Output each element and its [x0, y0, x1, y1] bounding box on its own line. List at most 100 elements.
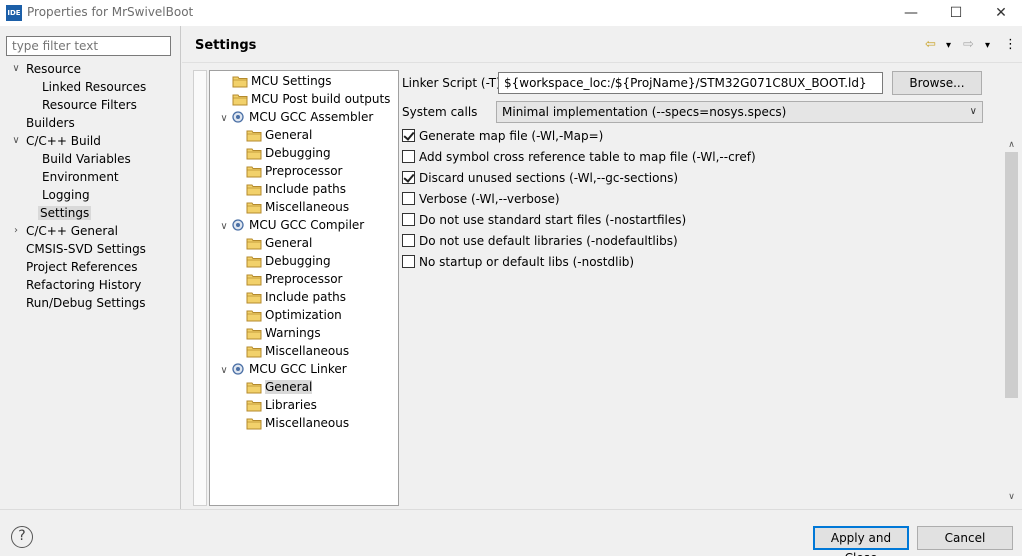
settings-tree-item[interactable]: Preprocessor [246, 270, 342, 288]
expand-twisty-icon[interactable]: ∨ [218, 110, 230, 128]
system-calls-select[interactable]: Minimal implementation (--specs=nosys.sp… [496, 101, 983, 123]
tree-item-run-debug-settings[interactable]: Run/Debug Settings [24, 294, 148, 312]
view-menu-icon[interactable]: ⋮ [1004, 37, 1017, 52]
settings-tree-item[interactable]: Miscellaneous [246, 198, 349, 216]
pane-divider[interactable] [180, 26, 181, 509]
settings-tree-item[interactable]: Debugging [246, 144, 331, 162]
settings-tree-item[interactable]: Libraries [246, 396, 317, 414]
settings-tree-label: Libraries [265, 398, 317, 412]
option-label: Verbose (-Wl,--verbose) [419, 192, 560, 206]
linker-option-row[interactable]: No startup or default libs (-nostdlib) [402, 255, 634, 271]
tree-item-refactoring-history[interactable]: Refactoring History [24, 276, 143, 294]
folder-icon [246, 416, 262, 430]
settings-tree-item[interactable]: Include paths [246, 288, 346, 306]
tree-item-environment[interactable]: Environment [40, 168, 121, 186]
expand-twisty-icon[interactable]: ∨ [218, 362, 230, 380]
linker-script-input[interactable]: ${workspace_loc:/${ProjName}/STM32G071C8… [498, 72, 883, 94]
linker-option-row[interactable]: Discard unused sections (-Wl,--gc-sectio… [402, 171, 678, 187]
tree-item-linked-resources[interactable]: Linked Resources [40, 78, 148, 96]
option-checkbox[interactable] [402, 150, 415, 163]
help-icon[interactable]: ? [11, 526, 33, 548]
tree-item-logging[interactable]: Logging [40, 186, 92, 204]
tree-item-resource[interactable]: ∨ Resource [10, 60, 83, 78]
forward-arrow-icon[interactable]: ⇨ [963, 37, 974, 52]
option-checkbox[interactable] [402, 213, 415, 226]
folder-icon [246, 308, 262, 322]
settings-tree-label: General [265, 128, 313, 142]
settings-tree-item[interactable]: Miscellaneous [246, 342, 349, 360]
page-title: Settings [195, 38, 257, 53]
tree-item-resource-filters[interactable]: Resource Filters [40, 96, 139, 114]
settings-tree-label: Include paths [265, 182, 347, 196]
option-checkbox[interactable] [402, 192, 415, 205]
settings-tree-item[interactable]: Debugging [246, 252, 331, 270]
back-menu-chevron-icon[interactable]: ▾ [946, 40, 951, 51]
app-logo-icon: IDE [6, 5, 22, 21]
option-checkbox[interactable] [402, 234, 415, 247]
settings-tree-label: Preprocessor [265, 164, 343, 178]
apply-and-close-button[interactable]: Apply and Close [813, 526, 909, 556]
linker-option-row[interactable]: Add symbol cross reference table to map … [402, 150, 756, 166]
expand-twisty-icon[interactable]: ∨ [10, 132, 22, 150]
settings-tree-item[interactable]: Miscellaneous [246, 414, 349, 432]
settings-tree-item[interactable]: ∨ MCU GCC Linker [218, 360, 346, 380]
settings-tree-item[interactable]: MCU Settings [232, 72, 332, 90]
filter-input[interactable] [6, 36, 171, 56]
expand-twisty-icon[interactable]: ∨ [218, 218, 230, 236]
tree-item-project-references[interactable]: Project References [24, 258, 140, 276]
back-arrow-icon[interactable]: ⇦ [925, 37, 936, 52]
settings-tree-item[interactable]: ∨ MCU GCC Assembler [218, 108, 373, 126]
folder-icon [232, 74, 248, 88]
tree-item-builders[interactable]: Builders [24, 114, 77, 132]
option-label: Do not use default libraries (-nodefault… [419, 234, 678, 248]
tree-item-label: Resource [26, 62, 82, 76]
settings-tree-item[interactable]: Warnings [246, 324, 321, 342]
tree-item-label: Resource Filters [42, 98, 137, 112]
settings-tree-item[interactable]: General [246, 126, 312, 144]
settings-tree-item[interactable]: General [246, 234, 312, 252]
expand-twisty-icon[interactable]: › [10, 222, 22, 240]
option-checkbox[interactable] [402, 171, 415, 184]
tree-item-settings[interactable]: Settings [38, 204, 92, 222]
tree-item-label: Builders [26, 116, 75, 130]
settings-tree-item[interactable]: Optimization [246, 306, 342, 324]
settings-tree-item[interactable]: MCU Post build outputs [232, 90, 390, 108]
tree-item-build-variables[interactable]: Build Variables [40, 150, 133, 168]
tree-item-cmsis-svd-settings[interactable]: CMSIS-SVD Settings [24, 240, 148, 258]
linker-option-row[interactable]: Do not use default libraries (-nodefault… [402, 234, 678, 250]
tool-settings-tree: MCU Settings MCU Post build outputs ∨ MCU G… [209, 70, 399, 506]
folder-icon [246, 272, 262, 286]
scroll-down-arrow-icon[interactable]: ∨ [1003, 490, 1020, 504]
folder-icon [232, 92, 248, 106]
linker-option-row[interactable]: Generate map file (-Wl,-Map=) [402, 129, 603, 145]
gear-icon [230, 218, 246, 232]
option-label: Add symbol cross reference table to map … [419, 150, 756, 164]
tree-item-label: CMSIS-SVD Settings [26, 242, 146, 256]
browse-button[interactable]: Browse... [892, 71, 982, 95]
folder-icon [246, 290, 262, 304]
settings-tree-label: Debugging [265, 254, 331, 268]
settings-tree-item[interactable]: ∨ MCU GCC Compiler [218, 216, 364, 234]
header-divider [182, 62, 1022, 63]
tree-item-label: Build Variables [42, 152, 131, 166]
option-checkbox[interactable] [402, 255, 415, 268]
expand-twisty-icon[interactable]: ∨ [10, 60, 22, 78]
tree-item-cpp-build[interactable]: ∨ C/C++ Build [10, 132, 103, 150]
maximize-button[interactable]: ☐ [933, 0, 979, 26]
settings-tree-item[interactable]: General [246, 378, 313, 396]
close-button[interactable]: ✕ [978, 0, 1022, 26]
cancel-button[interactable]: Cancel [917, 526, 1013, 550]
tree-item-cpp-general[interactable]: › C/C++ General [10, 222, 120, 240]
settings-tree-label: MCU GCC Compiler [249, 218, 365, 232]
scroll-up-arrow-icon[interactable]: ∧ [1003, 138, 1020, 152]
linker-option-row[interactable]: Verbose (-Wl,--verbose) [402, 192, 560, 208]
scrollbar-thumb[interactable] [1005, 152, 1018, 398]
settings-tree-item[interactable]: Preprocessor [246, 162, 342, 180]
option-checkbox[interactable] [402, 129, 415, 142]
settings-tree-label: General [265, 236, 313, 250]
forward-menu-chevron-icon[interactable]: ▾ [985, 40, 990, 51]
settings-tree-item[interactable]: Include paths [246, 180, 346, 198]
linker-option-row[interactable]: Do not use standard start files (-nostar… [402, 213, 686, 229]
minimize-button[interactable]: — [888, 0, 934, 26]
settings-tree-label: MCU Settings [251, 74, 332, 88]
